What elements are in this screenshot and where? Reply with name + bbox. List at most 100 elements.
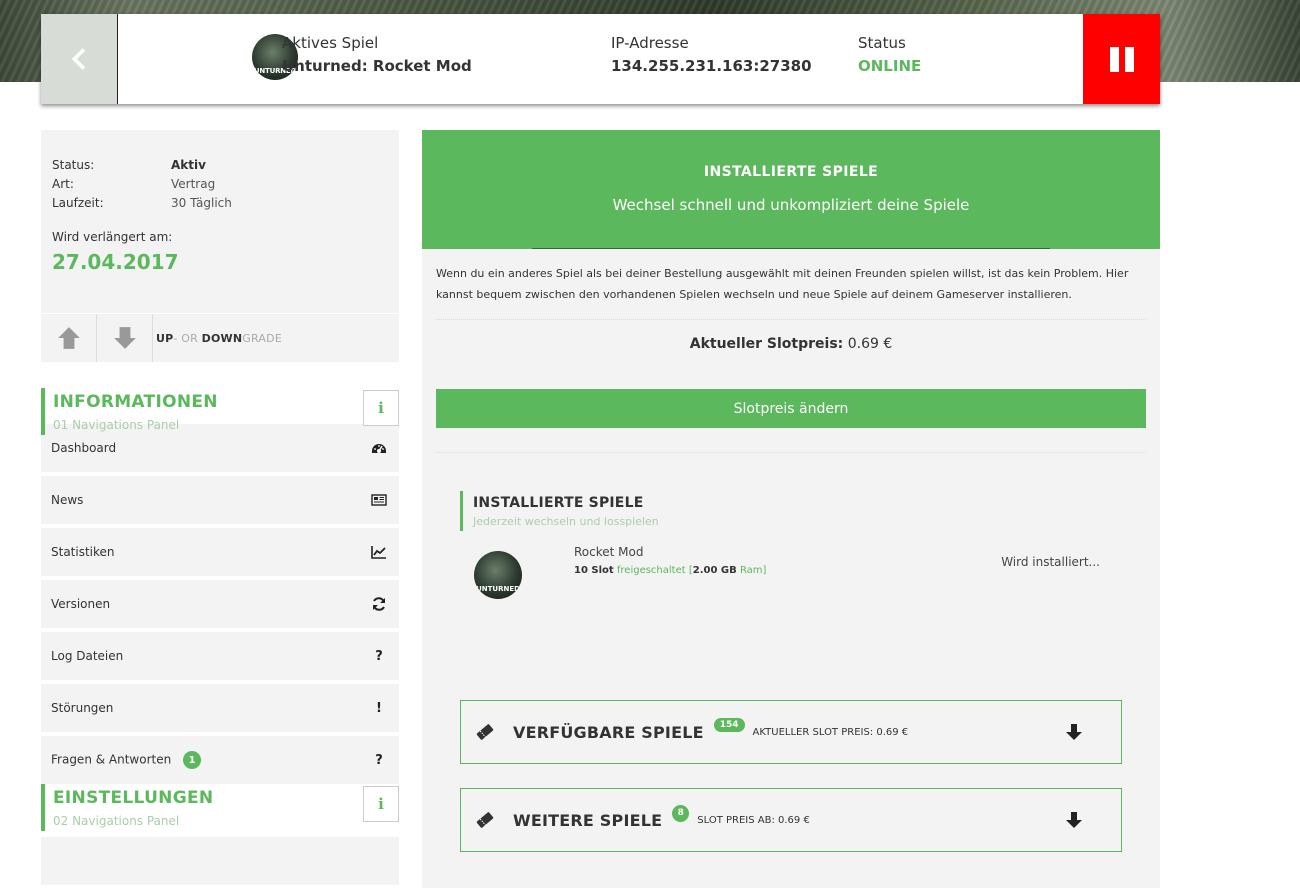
back-button[interactable]: [41, 14, 118, 104]
newspaper-icon: [369, 492, 389, 508]
arrow-down-icon: [1066, 812, 1082, 828]
sidebar-item-label: Versionen: [51, 597, 111, 611]
hero-header: INSTALLIERTE SPIELE Wechsel schnell und …: [422, 130, 1160, 249]
up-downgrade-bar: UP - OR DOWN GRADE: [41, 313, 399, 362]
accordion-title: WEITERE SPIELE: [513, 810, 663, 830]
ip-block: IP-Adresse 134.255.231.163:27380: [611, 34, 812, 75]
change-slot-price-button[interactable]: Slotpreis ändern: [436, 389, 1146, 428]
grade-text: GRADE: [242, 331, 282, 345]
arrow-down-icon: [113, 327, 136, 349]
accordion-title: VERFÜGBARE SPIELE: [513, 722, 704, 742]
divider: [436, 452, 1146, 453]
panel-title: EINSTELLUNGEN: [53, 788, 214, 808]
sidebar-item-label: Log Dateien: [51, 649, 124, 663]
active-game-value: Unturned: Rocket Mod: [282, 57, 472, 75]
sidebar-item-log-dateien[interactable]: Log Dateien ?: [41, 632, 399, 680]
sidebar-item-versionen[interactable]: Versionen: [41, 580, 399, 628]
slot-price-value: 0.69 €: [847, 336, 893, 352]
sidebar-item-label: Störungen: [51, 701, 114, 715]
chevron-left-icon: [71, 48, 86, 70]
accent-bar: [41, 784, 45, 831]
status-label: Status: [858, 34, 906, 52]
installed-games-header: INSTALLIERTE SPIELE Jederzeit wechseln u…: [460, 491, 1160, 531]
game-name: Rocket Mod: [574, 545, 644, 559]
line-chart-icon: [369, 544, 389, 560]
refresh-icon: [369, 596, 389, 612]
contract-key: Art:: [52, 177, 74, 191]
hero-title: INSTALLIERTE SPIELE: [703, 164, 879, 180]
accent-bar: [460, 491, 463, 531]
sidebar-item-news[interactable]: News: [41, 476, 399, 524]
count-badge: 8: [672, 804, 690, 822]
ram-bracket-close: ]: [762, 565, 767, 576]
install-status: Wird installiert...: [1001, 555, 1100, 569]
current-slot-price: Aktueller Slotpreis: 0.69 €: [422, 336, 1160, 352]
ip-label: IP-Adresse: [611, 34, 689, 52]
contract-info: Status: Aktiv Art: Vertrag Laufzeit: 30 …: [41, 130, 399, 313]
more-games-accordion[interactable]: WEITERE SPIELE 8 SLOT PREIS AB: 0.69 €: [460, 788, 1122, 852]
description-text: Wenn du ein anderes Spiel als bei deiner…: [436, 267, 1129, 301]
divider: [436, 319, 1146, 320]
sidebar-item-statistiken[interactable]: Statistiken: [41, 528, 399, 576]
up-downgrade-link[interactable]: UP - OR DOWN GRADE: [153, 314, 282, 362]
renew-date: 27.04.2017: [52, 250, 179, 274]
ticket-icon: [476, 724, 494, 740]
sidebar-item-label: News: [51, 493, 84, 507]
ip-value: 134.255.231.163:27380: [611, 57, 812, 75]
downgrade-button[interactable]: [97, 314, 153, 362]
panel-title: INFORMATIONEN: [53, 392, 218, 412]
nav-list: Dashboard News Statistiken Versionen Log…: [41, 424, 399, 784]
main-content: INSTALLIERTE SPIELE Wechsel schnell und …: [422, 130, 1160, 888]
exclamation-icon: !: [376, 700, 382, 716]
accent-bar: [41, 388, 45, 435]
panel-subtitle: 01 Navigations Panel: [53, 418, 180, 432]
active-game-label: Aktives Spiel: [282, 34, 379, 52]
sidebar-item-settings-first[interactable]: [41, 837, 399, 885]
game-logo: UNTURNED: [474, 551, 522, 599]
hero-divider: [532, 248, 1050, 249]
panel-subtitle: 02 Navigations Panel: [53, 814, 180, 828]
sidebar-item-label: Statistiken: [51, 545, 115, 559]
contract-value: Vertrag: [171, 177, 216, 191]
game-slots: 10 Slot: [574, 565, 614, 576]
arrow-down-icon: [1066, 724, 1082, 740]
installed-title: INSTALLIERTE SPIELE: [473, 495, 644, 511]
pause-icon: [1109, 46, 1134, 72]
einstellungen-panel-header: EINSTELLUNGEN 02 Navigations Panel i: [41, 758, 399, 840]
available-games-accordion[interactable]: VERFÜGBARE SPIELE 154 AKTUELLER SLOT PRE…: [460, 700, 1122, 764]
informationen-panel-header: INFORMATIONEN 01 Navigations Panel i: [41, 362, 399, 444]
status-value: ONLINE: [858, 57, 922, 75]
accordion-price: AKTUELLER SLOT PREIS: 0.69 €: [752, 726, 909, 738]
pause-server-button[interactable]: [1083, 14, 1160, 104]
contract-row: Art: Vertrag: [52, 175, 388, 194]
or-text: - OR: [173, 331, 202, 345]
ticket-icon: [476, 812, 494, 828]
slot-price-label: Aktueller Slotpreis:: [689, 336, 844, 352]
renew-label: Wird verlängert am:: [52, 230, 173, 244]
game-logo-text: UNTURNED: [476, 585, 520, 593]
status-block: Status ONLINE: [858, 34, 921, 75]
contract-key: Laufzeit:: [52, 196, 104, 210]
upgrade-button[interactable]: [41, 314, 97, 362]
down-text: DOWN: [201, 331, 243, 345]
contract-row: Laufzeit: 30 Täglich: [52, 194, 388, 213]
game-unlocked: freigeschaltet: [616, 565, 686, 576]
accordion-price: SLOT PREIS AB: 0.69 €: [697, 814, 810, 826]
info-icon: i: [378, 795, 384, 813]
sidebar-item-stoerungen[interactable]: Störungen !: [41, 684, 399, 732]
info-icon: i: [378, 399, 384, 417]
left-sidebar: Status: Aktiv Art: Vertrag Laufzeit: 30 …: [41, 130, 399, 885]
game-ram: 2.00 GB: [692, 565, 737, 576]
up-text: UP: [156, 331, 174, 345]
contract-row: Status: Aktiv: [52, 156, 388, 175]
game-meta: 10 Slot freigeschaltet [2.00 GB Ram]: [574, 565, 766, 576]
active-game-block: Aktives Spiel Unturned: Rocket Mod: [282, 34, 472, 75]
arrow-up-icon: [57, 327, 80, 349]
hero-subtitle: Wechsel schnell und unkompliziert deine …: [612, 196, 970, 214]
info-button[interactable]: i: [363, 390, 399, 426]
installed-subtitle: Jederzeit wechseln und losspielen: [473, 515, 659, 528]
server-topbar: UNTURNED Aktives Spiel Unturned: Rocket …: [41, 14, 1160, 104]
info-button[interactable]: i: [363, 786, 399, 822]
count-badge: 154: [713, 718, 745, 732]
installed-game-row[interactable]: UNTURNED Rocket Mod 10 Slot freigeschalt…: [422, 545, 1160, 615]
